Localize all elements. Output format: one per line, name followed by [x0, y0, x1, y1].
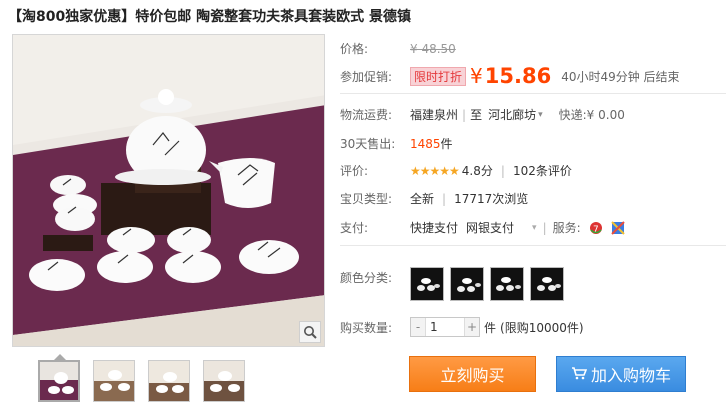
color-option[interactable]	[450, 267, 484, 301]
rating-label: 评价:	[340, 164, 369, 178]
payment-sep: |	[542, 220, 547, 235]
currency-symbol: ¥	[470, 64, 483, 88]
color-label: 颜色分类:	[340, 271, 393, 285]
original-price: ¥ 48.50	[410, 41, 456, 56]
increment-button[interactable]: +	[465, 318, 479, 336]
ship-from: 福建泉州	[410, 108, 459, 122]
item-condition: 全新	[410, 192, 435, 206]
service-label: 服务:	[552, 221, 581, 235]
price-row: 价格: ¥ 48.50	[340, 40, 726, 57]
ship-sep: |	[462, 107, 467, 122]
promo-label: 参加促销:	[340, 69, 393, 84]
payment-method-2: 网银支付	[466, 221, 515, 235]
ship-fee: ¥ 0.00	[586, 107, 625, 122]
item-views: 17717次浏览	[454, 192, 529, 206]
add-to-cart-button[interactable]: 加入购物车	[556, 356, 686, 392]
payment-label: 支付:	[340, 221, 369, 235]
ship-to-label: 至	[470, 108, 483, 122]
payment-dropdown-icon[interactable]: ▾	[532, 223, 537, 233]
shipping-row: 物流运费: 福建泉州 | 至 河北廊坊 ▾ 快递: ¥ 0.00	[340, 106, 726, 123]
promo-countdown: 40小时49分钟 后结束	[561, 69, 680, 84]
quantity-unit: 件	[484, 320, 497, 335]
color-options	[410, 267, 564, 301]
buy-now-label: 立刻购买	[440, 366, 505, 385]
quantity-row: 购买数量: - + 件 (限购10000件)	[340, 317, 726, 337]
color-option[interactable]	[530, 267, 564, 301]
rating-row: 评价: ★★★★★ 4.8分 | 102条评价	[340, 162, 726, 179]
item-sep: |	[442, 191, 447, 206]
cart-icon	[571, 365, 588, 384]
color-option[interactable]	[490, 267, 524, 301]
sales-label: 30天售出:	[340, 137, 396, 151]
tea-set-photo	[13, 35, 324, 346]
service-badge-icon[interactable]: 7	[589, 221, 603, 235]
promo-row: 参加促销: 限时打折 ¥ 15.86 40小时49分钟 后结束	[340, 64, 726, 88]
thumbnail-1[interactable]	[38, 360, 80, 402]
reviews-link[interactable]: 102条评价	[513, 162, 572, 179]
payment-row: 支付: 快捷支付 网银支付 ▾ | 服务: 7	[340, 219, 726, 236]
thumbnail-4[interactable]	[203, 360, 245, 402]
item-type-row: 宝贝类型: 全新 | 17717次浏览	[340, 190, 726, 207]
sales-unit: 件	[440, 137, 453, 151]
product-title: 【淘800独家优惠】特价包邮 陶瓷整套功夫茶具套装欧式 景德镇	[8, 9, 411, 25]
color-option[interactable]	[410, 267, 444, 301]
shipping-label: 物流运费:	[340, 108, 393, 122]
divider	[340, 93, 726, 94]
chevron-down-icon[interactable]: ▾	[538, 110, 543, 120]
rating-stars: ★★★★★	[410, 163, 460, 178]
quantity-label: 购买数量:	[340, 320, 393, 335]
promo-price: 15.86	[484, 64, 552, 88]
buy-now-button[interactable]: 立刻购买	[409, 356, 536, 392]
promo-tag: 限时打折	[410, 66, 467, 86]
quantity-limit: (限购10000件)	[500, 320, 584, 335]
rating-sep: |	[500, 163, 505, 178]
magnifier-icon[interactable]	[299, 321, 321, 343]
thumbnail-3[interactable]	[148, 360, 190, 402]
price-label: 价格:	[340, 42, 369, 56]
item-type-label: 宝贝类型:	[340, 192, 393, 206]
main-product-image[interactable]	[12, 34, 325, 347]
rating-score: 4.8分	[461, 164, 493, 178]
payment-method-1: 快捷支付	[410, 221, 459, 235]
flag-badge-icon[interactable]	[610, 220, 625, 235]
ship-fee-label: 快递:	[558, 108, 587, 122]
quantity-stepper: - +	[410, 317, 480, 337]
thumbnail-strip	[38, 360, 245, 402]
sales-count: 1485	[410, 136, 441, 151]
color-row: 颜色分类:	[340, 267, 726, 301]
thumbnail-2[interactable]	[93, 360, 135, 402]
decrement-button[interactable]: -	[411, 318, 425, 336]
svg-text:7: 7	[593, 225, 599, 235]
add-to-cart-label: 加入购物车	[590, 366, 671, 385]
sales-row: 30天售出: 1485 件	[340, 135, 726, 152]
quantity-input[interactable]	[425, 318, 465, 336]
ship-to-select[interactable]: 河北廊坊	[488, 106, 536, 123]
divider	[340, 245, 726, 246]
